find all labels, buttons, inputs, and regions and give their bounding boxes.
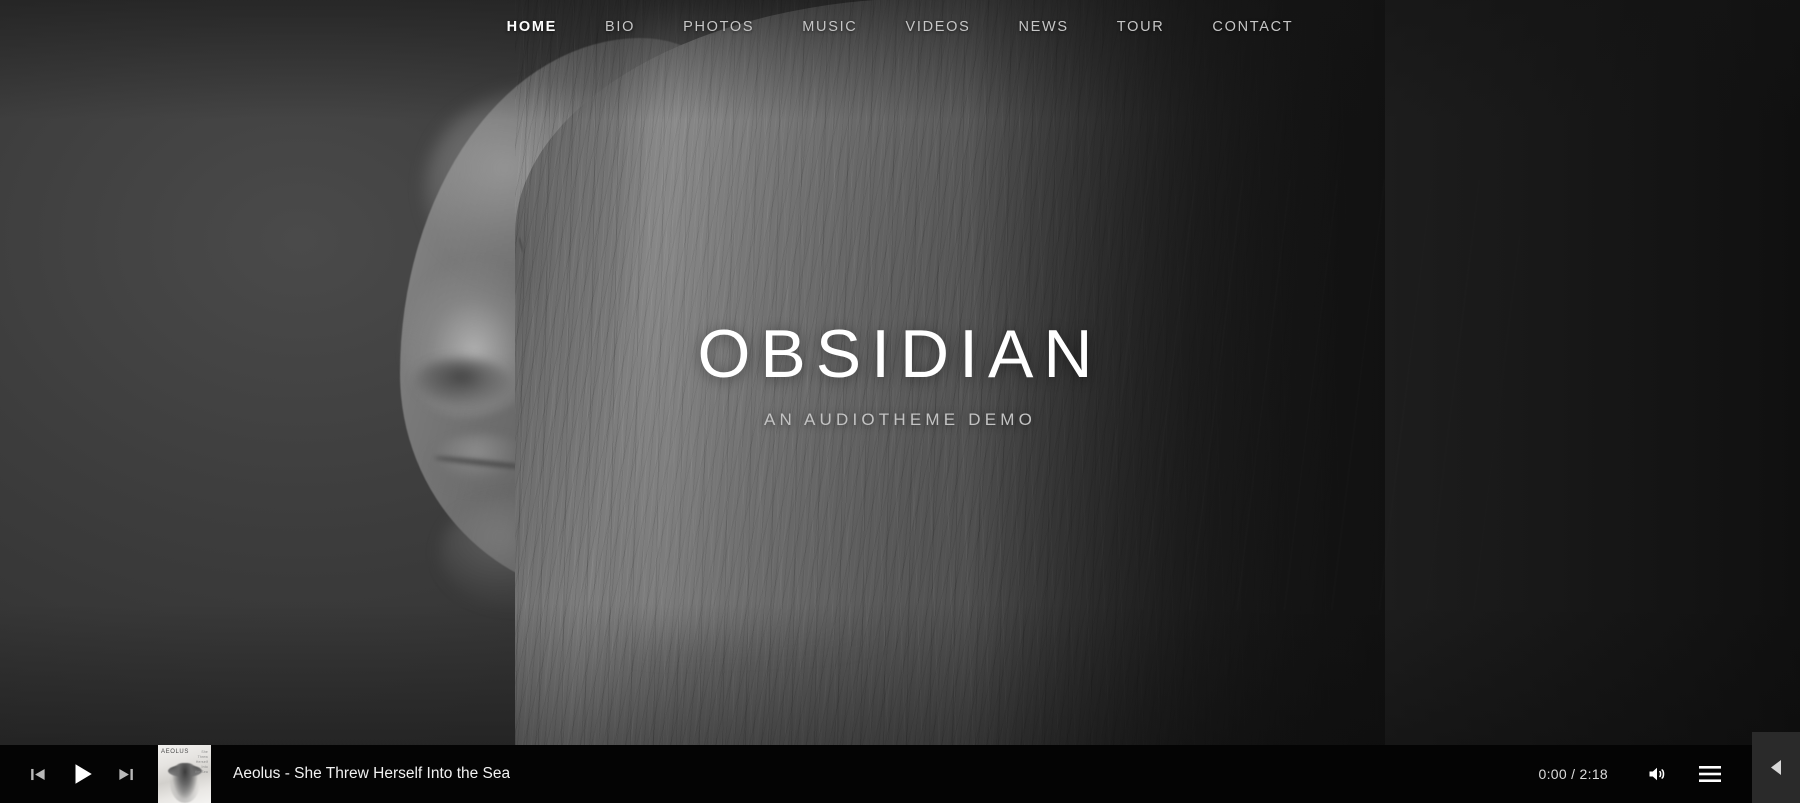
- page-root: HOME BIO PHOTOS MUSIC VIDEOS NEWS TOUR C…: [0, 0, 1800, 803]
- volume-button[interactable]: [1646, 764, 1668, 784]
- playlist-menu-button[interactable]: [1698, 765, 1722, 783]
- previous-track-button[interactable]: [28, 765, 47, 784]
- nav-item-home[interactable]: HOME: [483, 0, 581, 55]
- album-art-subtitle-text: She Threw Herself Into the Sea: [194, 750, 208, 775]
- play-button[interactable]: [69, 761, 95, 787]
- nav-item-videos[interactable]: VIDEOS: [881, 0, 994, 55]
- page-title: OBSIDIAN: [697, 316, 1103, 392]
- play-icon: [75, 764, 92, 784]
- nav-item-music[interactable]: MUSIC: [778, 0, 881, 55]
- volume-icon: [1649, 767, 1665, 781]
- album-art-title-text: AEOLUS: [161, 749, 189, 755]
- album-art-thumbnail[interactable]: AEOLUS She Threw Herself Into the Sea: [158, 745, 211, 803]
- player-transport-controls: [0, 761, 136, 787]
- hero-text-block: OBSIDIAN AN AUDIOTHEME DEMO: [0, 320, 1800, 430]
- nav-item-tour[interactable]: TOUR: [1093, 0, 1189, 55]
- chevron-left-icon: [1770, 760, 1781, 775]
- previous-track-icon: [31, 768, 45, 780]
- now-playing-title: Aeolus - She Threw Herself Into the Sea: [233, 765, 511, 782]
- nav-item-bio[interactable]: BIO: [581, 0, 659, 55]
- page-subtitle: AN AUDIOTHEME DEMO: [763, 410, 1037, 429]
- player-time-display: 0:00 / 2:18: [1538, 766, 1608, 782]
- player-right-controls: [1646, 764, 1752, 784]
- collapse-player-button[interactable]: [1752, 732, 1800, 803]
- audio-player-bar: AEOLUS She Threw Herself Into the Sea Aeol…: [0, 745, 1752, 803]
- main-navigation: HOME BIO PHOTOS MUSIC VIDEOS NEWS TOUR C…: [0, 0, 1800, 55]
- next-track-button[interactable]: [117, 765, 136, 784]
- nav-item-photos[interactable]: PHOTOS: [659, 0, 778, 55]
- hamburger-menu-icon: [1699, 766, 1721, 782]
- nav-item-news[interactable]: NEWS: [994, 0, 1092, 55]
- next-track-icon: [119, 768, 133, 780]
- nav-item-contact[interactable]: CONTACT: [1188, 0, 1317, 55]
